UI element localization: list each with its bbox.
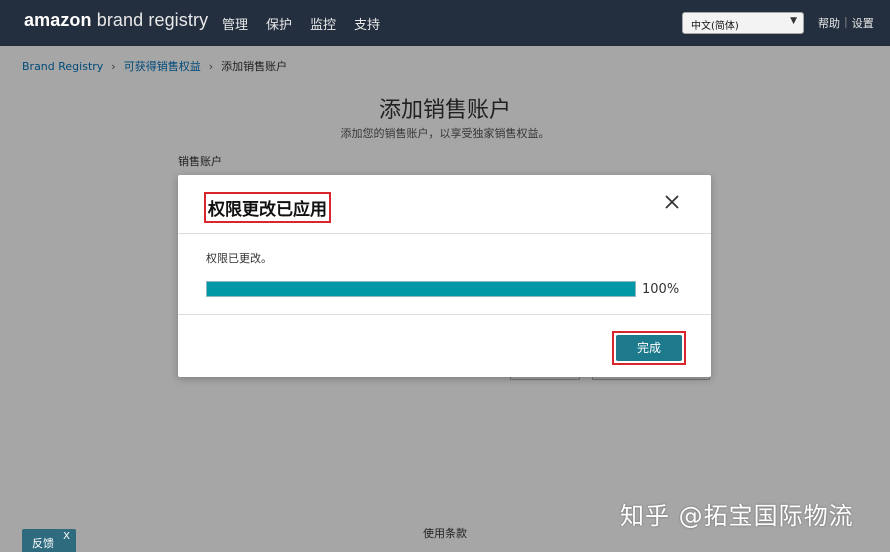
feedback-close-icon[interactable]: X	[63, 531, 70, 542]
logo-product-text: brand registry	[91, 10, 209, 30]
main-nav: 管理 保护 监控 支持	[222, 14, 380, 33]
modal-title: 权限更改已应用	[204, 192, 331, 223]
settings-link[interactable]: 设置	[852, 15, 874, 31]
done-button[interactable]: 完成	[616, 335, 682, 361]
nav-monitor[interactable]: 监控	[310, 14, 336, 33]
close-icon[interactable]	[663, 193, 681, 211]
feedback-label: 反馈	[32, 537, 54, 550]
logo-brand-text: amazon	[24, 10, 92, 30]
status-message: 权限已更改。	[206, 252, 272, 265]
modal-footer: 完成	[178, 314, 711, 377]
done-button-highlight: 完成	[612, 331, 686, 365]
watermark-text: 知乎 @拓宝国际物流	[620, 502, 854, 530]
language-select[interactable]: 中文(简体) ▼	[682, 12, 804, 34]
progress-bar-fill	[207, 282, 635, 296]
brand-registry-logo[interactable]: amazon brand registry	[24, 10, 208, 31]
progress-bar	[206, 281, 636, 297]
nav-protect[interactable]: 保护	[266, 14, 292, 33]
permission-modal: 权限更改已应用 权限已更改。 100% 完成	[178, 175, 711, 377]
top-nav-bar: amazon brand registry 管理 保护 监控 支持 中文(简体)…	[0, 0, 890, 46]
help-links: 帮助 | 设置	[818, 15, 874, 31]
language-select-value: 中文(简体)	[691, 21, 739, 32]
feedback-button[interactable]: 反馈 X	[22, 529, 76, 552]
chevron-down-icon: ▼	[790, 16, 797, 26]
nav-support[interactable]: 支持	[354, 14, 380, 33]
nav-manage[interactable]: 管理	[222, 14, 248, 33]
modal-header: 权限更改已应用	[178, 175, 711, 234]
help-link[interactable]: 帮助	[818, 15, 840, 31]
modal-body: 权限已更改。 100%	[178, 234, 711, 314]
progress-percent: 100%	[642, 282, 680, 297]
divider: |	[844, 15, 848, 28]
